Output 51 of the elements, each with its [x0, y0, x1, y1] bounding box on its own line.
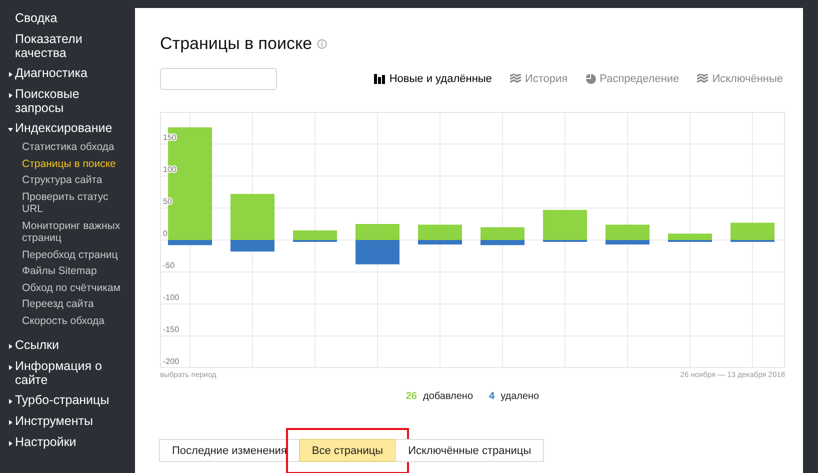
- axis-tick-label: -200: [163, 357, 180, 366]
- view-tab[interactable]: История: [510, 73, 568, 85]
- axis-tick-label: 0: [163, 229, 168, 238]
- sidebar-item[interactable]: Показатели качества: [0, 33, 135, 60]
- stacked-waves-icon: [697, 74, 708, 84]
- bar-chart-icon: [374, 74, 386, 84]
- legend-count: 4: [489, 391, 495, 402]
- sidebar-item[interactable]: Диагностика: [0, 67, 135, 81]
- sidebar-subitem[interactable]: Переобход страниц: [0, 248, 135, 261]
- sidebar-item[interactable]: Ссылки: [0, 339, 135, 353]
- caret-right-icon: [8, 92, 13, 98]
- caret-right-icon: [8, 420, 13, 424]
- page-filter-tab[interactable]: Все страницы: [298, 439, 396, 462]
- axis-tick-label: -50: [163, 261, 175, 270]
- sidebar-item[interactable]: Информация о сайте: [0, 360, 135, 387]
- stacked-waves-icon: [510, 74, 521, 84]
- caret-right-icon: [8, 440, 13, 446]
- legend-label: добавлено: [422, 391, 474, 402]
- info-icon[interactable]: [317, 39, 328, 49]
- caret-right-icon: [8, 364, 13, 370]
- sidebar-subitem[interactable]: Мониторинг важных страниц: [0, 220, 135, 244]
- legend-count: 26: [406, 391, 417, 402]
- axis-tick-label: -150: [163, 325, 180, 334]
- sidebar-item[interactable]: Индексирование: [0, 122, 135, 136]
- sidebar-subitem[interactable]: Обход по счётчикам: [0, 282, 135, 294]
- caret-right-icon: [8, 72, 13, 76]
- sidebar-item[interactable]: Сводка: [0, 12, 135, 26]
- sidebar-item[interactable]: Настройки: [0, 436, 135, 450]
- page-title: Страницы в поиске: [160, 34, 312, 54]
- page-filter-tab[interactable]: Последние изменения: [159, 439, 300, 462]
- date-field[interactable]: [160, 68, 277, 90]
- sidebar-item[interactable]: Инструменты: [0, 415, 135, 429]
- sidebar-subitem[interactable]: Файлы Sitemap: [0, 265, 135, 278]
- sidebar-subitem[interactable]: Переезд сайта: [0, 298, 135, 310]
- sidebar-subitem[interactable]: Статистика обхода: [0, 141, 135, 154]
- caret-right-icon: [8, 398, 13, 404]
- view-tab[interactable]: Распределение: [586, 73, 680, 85]
- sidebar-subitem[interactable]: Проверить статус URL: [0, 190, 135, 216]
- axis-tick-label: -100: [163, 293, 180, 302]
- legend-label: удалено: [500, 391, 540, 402]
- sidebar-subitem[interactable]: Структура сайта: [0, 174, 135, 186]
- view-tab[interactable]: Новые и удалённые: [374, 73, 492, 85]
- pie-chart-icon: [586, 74, 596, 84]
- page-filter-tab[interactable]: Исключённые страницы: [395, 439, 544, 462]
- sidebar-item[interactable]: Турбо-страницы: [0, 394, 135, 408]
- caret-down-icon: [8, 126, 13, 132]
- sidebar-subitem[interactable]: Скорость обхода: [0, 314, 135, 327]
- view-tab[interactable]: Исключённые: [697, 73, 783, 85]
- sidebar-item[interactable]: Поисковые запросы: [0, 88, 135, 115]
- caret-right-icon: [8, 344, 13, 348]
- sidebar-subitem[interactable]: Страницы в поиске: [0, 158, 135, 170]
